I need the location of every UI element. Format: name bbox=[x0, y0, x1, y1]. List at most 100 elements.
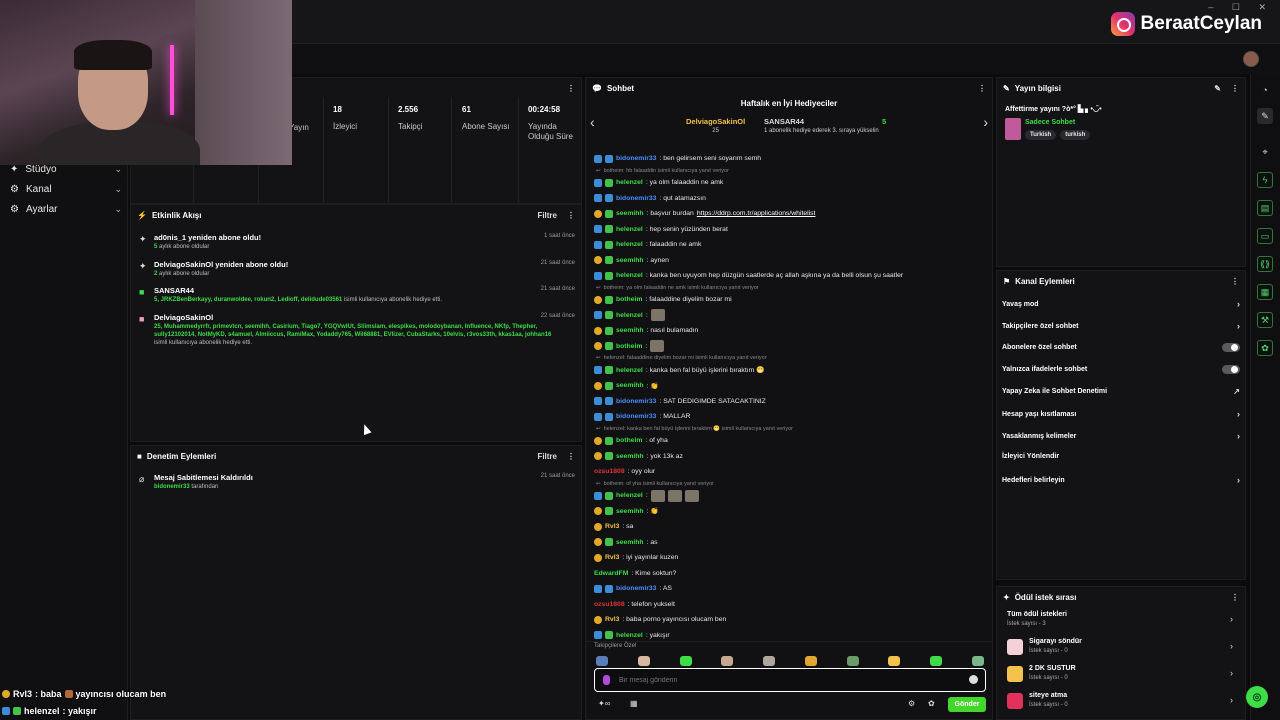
note-icon[interactable]: ▤ bbox=[1257, 200, 1273, 216]
chat-username[interactable]: helenzel bbox=[616, 492, 643, 499]
emote-icon[interactable] bbox=[888, 656, 901, 666]
channel-action-item[interactable]: Abonelere özel sohbet bbox=[1002, 343, 1240, 352]
chat-icon[interactable]: ▭ bbox=[1257, 228, 1273, 244]
help-chat-button[interactable]: ◎ bbox=[1246, 686, 1268, 708]
toggle-switch[interactable] bbox=[1222, 343, 1240, 352]
chat-username[interactable]: helenzel bbox=[616, 312, 643, 319]
chat-username[interactable]: helenzel bbox=[616, 367, 643, 374]
chat-message[interactable]: seemihh: başvur burdan https://ddrp.com.… bbox=[594, 206, 988, 222]
reward-item[interactable]: 2 DK SUSTUR İstek sayısı - 0 › bbox=[1007, 663, 1237, 685]
more-icon[interactable]: ⋮ bbox=[567, 211, 575, 220]
chat-message[interactable]: seemihh: 👏 bbox=[594, 504, 988, 520]
chat-message[interactable]: helenzel: hep senin yüzünden berat bbox=[594, 222, 988, 238]
reward-item[interactable]: siteye atma İstek sayısı - 0 › bbox=[1007, 690, 1237, 712]
chat-username[interactable]: bidonemir33 bbox=[616, 585, 656, 592]
chat-username[interactable]: seemihh bbox=[616, 539, 644, 546]
chat-message[interactable]: seemihh: yok 13k az bbox=[594, 449, 988, 465]
chat-username[interactable]: seemihh bbox=[616, 327, 644, 334]
tag[interactable]: turkish bbox=[1060, 130, 1091, 140]
filter-button[interactable]: Filtre bbox=[537, 211, 557, 220]
tag[interactable]: Turkish bbox=[1025, 130, 1057, 140]
reward-item[interactable]: Sigarayı söndür İstek sayısı - 0 › bbox=[1007, 636, 1237, 658]
chat-username[interactable]: helenzel bbox=[616, 226, 643, 233]
channel-action-item[interactable]: Yavaş mod › bbox=[1002, 299, 1240, 309]
chat-message[interactable]: helenzel: kanka ben fal büyü işlerini bı… bbox=[594, 363, 988, 379]
chevron-left-icon[interactable]: ‹ bbox=[590, 114, 595, 130]
chat-input[interactable] bbox=[619, 673, 959, 687]
chat-message[interactable]: ozsu1808: telefon yukselt bbox=[594, 597, 988, 613]
chat-username[interactable]: seemihh bbox=[616, 453, 644, 460]
activity-icon[interactable]: ◔ bbox=[1257, 82, 1273, 98]
send-button[interactable]: Gönder bbox=[948, 697, 986, 712]
chat-username[interactable]: bidonemir33 bbox=[616, 413, 656, 420]
chat-message[interactable]: Rvl3: iyi yayınlar kuzen bbox=[594, 550, 988, 566]
toggle-switch[interactable] bbox=[1222, 365, 1240, 374]
channel-action-item[interactable]: Hedefleri belirleyin › bbox=[1002, 475, 1240, 485]
chat-username[interactable]: botheim bbox=[616, 296, 642, 303]
emote-icon[interactable] bbox=[846, 656, 859, 666]
chat-message[interactable]: bidonemir33: MALLAR bbox=[594, 409, 988, 425]
layout-icon[interactable]: ▦ bbox=[1257, 284, 1273, 300]
chat-message[interactable]: helenzel: falaaddin ne amk bbox=[594, 237, 988, 253]
channel-action-item[interactable]: Yapay Zeka ile Sohbet Denetimi ↗ bbox=[1002, 387, 1240, 396]
chat-username[interactable]: helenzel bbox=[616, 272, 643, 279]
chat-username[interactable]: seemihh bbox=[616, 382, 644, 389]
filter-button[interactable]: Filtre bbox=[537, 452, 557, 461]
channel-action-item[interactable]: Yalnızca ifadelerle sohbet bbox=[1002, 365, 1240, 374]
sidebar-item-studio[interactable]: ✦ Stüdyo ⌄ bbox=[10, 164, 122, 175]
emote-icon[interactable] bbox=[971, 656, 984, 666]
more-icon[interactable]: ⋮ bbox=[1231, 84, 1239, 93]
chat-username[interactable]: bidonemir33 bbox=[616, 195, 656, 202]
calendar-icon[interactable]: ▦ bbox=[630, 699, 638, 708]
sidebar-item-channel[interactable]: ⚙ Kanal ⌄ bbox=[10, 184, 122, 195]
chat-username[interactable]: bidonemir33 bbox=[616, 398, 656, 405]
chat-message[interactable]: Rvl3: sa bbox=[594, 519, 988, 535]
edit-icon[interactable]: ✎ bbox=[1214, 84, 1221, 93]
chat-message[interactable]: seemihh: as bbox=[594, 535, 988, 551]
lightning-icon[interactable]: ϟ bbox=[1257, 172, 1273, 188]
chat-message[interactable]: helenzel: kanka ben uyuyom hep düzgün sa… bbox=[594, 268, 988, 284]
channel-action-item[interactable]: Takipçilere özel sohbet › bbox=[1002, 321, 1240, 331]
more-icon[interactable]: ⋮ bbox=[1231, 593, 1239, 602]
crosshair-icon[interactable]: ⌖ bbox=[1257, 144, 1273, 160]
chat-username[interactable]: helenzel bbox=[616, 632, 643, 639]
chat-username[interactable]: ozsu1808 bbox=[594, 601, 625, 608]
reward-item[interactable]: Tüm ödül istekleri İstek sayısı - 3 › bbox=[1007, 609, 1237, 631]
chat-username[interactable]: seemihh bbox=[616, 508, 644, 515]
chat-username[interactable]: Rvl3 bbox=[605, 523, 619, 530]
chat-username[interactable]: botheim bbox=[616, 343, 642, 350]
wrench-icon[interactable]: ⚒ bbox=[1257, 312, 1273, 328]
more-icon[interactable]: ⋮ bbox=[567, 84, 575, 93]
pen-icon[interactable]: ✎ bbox=[1257, 108, 1273, 124]
sidebar-item-settings[interactable]: ⚙ Ayarlar ⌄ bbox=[10, 204, 122, 215]
chat-message[interactable]: helenzel: bbox=[594, 488, 988, 504]
chat-message[interactable]: Rvl3: baba porno yayıncısı olucam ben bbox=[594, 612, 988, 628]
chat-username[interactable]: helenzel bbox=[616, 179, 643, 186]
emote-icon[interactable] bbox=[763, 656, 776, 666]
emote-icon[interactable] bbox=[596, 656, 608, 666]
chat-username[interactable]: Rvl3 bbox=[605, 554, 619, 561]
chat-link[interactable]: https://ddrp.com.tr/applications/whiteli… bbox=[697, 210, 816, 217]
chat-message[interactable]: botheim: bbox=[594, 339, 988, 355]
more-icon[interactable]: ⋮ bbox=[1231, 277, 1239, 286]
chat-message[interactable]: seemihh: nasıl bulamadın bbox=[594, 323, 988, 339]
chat-username[interactable]: bidonemir33 bbox=[616, 155, 656, 162]
channel-action-item[interactable]: İzleyici Yönlendir bbox=[1002, 453, 1240, 460]
chat-message[interactable]: bidonemir33: SAT DEDIGIMDE SATACAKTINIZ bbox=[594, 394, 988, 410]
channel-action-item[interactable]: Hesap yaşı kısıtlaması › bbox=[1002, 409, 1240, 419]
microphone-icon[interactable] bbox=[603, 675, 610, 685]
chat-reply-context[interactable]: ↩ helenzel: falaaddine diyelim bozar mi i… bbox=[594, 354, 988, 363]
chat-message[interactable]: EdwardFM: Kime soktun? bbox=[594, 566, 988, 582]
settings-icon[interactable]: ⚙ bbox=[908, 699, 915, 708]
chat-reply-context[interactable]: ↩ botheim: of yha isimli kullanıcıya yanı… bbox=[594, 480, 988, 489]
chat-username[interactable]: Rvl3 bbox=[605, 616, 619, 623]
chat-reply-context[interactable]: ↩ botheim: hb falaaddin isimli kullanıcıy… bbox=[594, 167, 988, 176]
reward-icon[interactable]: ✿ bbox=[1257, 340, 1273, 356]
broadcast-icon[interactable]: ⟪⟫ bbox=[1257, 256, 1273, 272]
chat-username[interactable]: EdwardFM bbox=[594, 570, 628, 577]
emote-icon[interactable] bbox=[637, 656, 650, 666]
chat-message[interactable]: seemihh: 👏 bbox=[594, 378, 988, 394]
chat-message[interactable]: botheim: falaaddine diyelim bozar mi bbox=[594, 292, 988, 308]
chat-message[interactable]: bidonemir33: qut atamazsın bbox=[594, 191, 988, 207]
emoji-picker-icon[interactable] bbox=[969, 675, 978, 684]
